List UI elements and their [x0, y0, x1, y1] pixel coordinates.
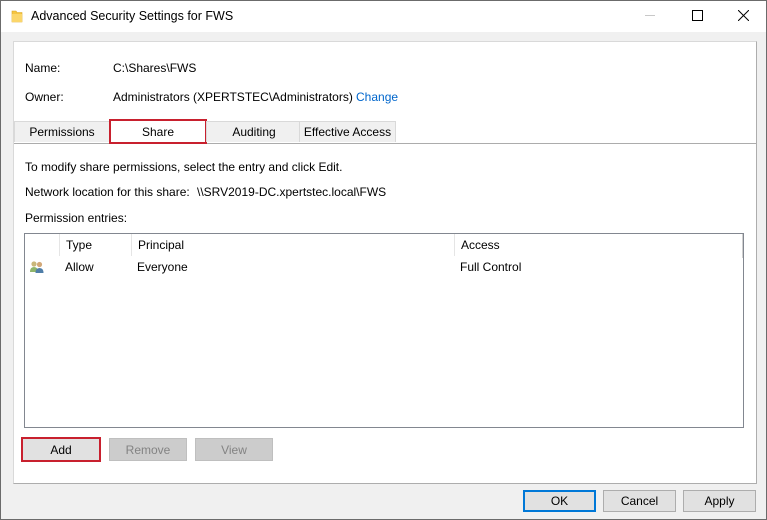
tab-label: Effective Access [303, 125, 392, 139]
table-row[interactable]: Allow Everyone Full Control [25, 256, 743, 278]
tab-label: Share [141, 125, 175, 139]
name-value: C:\Shares\FWS [113, 61, 197, 75]
column-header-type[interactable]: Type [59, 234, 131, 256]
entry-principal: Everyone [137, 260, 188, 274]
list-header: Type Principal Access [25, 234, 743, 256]
owner-value: Administrators (XPERTSTEC\Administrators… [113, 90, 353, 104]
maximize-icon [691, 9, 703, 24]
minimize-button[interactable] [627, 1, 673, 32]
permission-entries-label: Permission entries: [25, 211, 128, 225]
permission-entries-list[interactable]: Type Principal Access Allow Everyone Ful… [24, 233, 744, 428]
change-owner-link[interactable]: Change [356, 90, 398, 104]
apply-button-label: Apply [704, 494, 735, 508]
settings-panel: Name: C:\Shares\FWS Owner: Administrator… [13, 41, 757, 484]
remove-button[interactable]: Remove [109, 438, 187, 461]
column-header-principal[interactable]: Principal [131, 234, 454, 256]
close-button[interactable] [720, 1, 766, 32]
remove-button-label: Remove [125, 442, 171, 457]
tab-label: Auditing [232, 125, 276, 139]
name-label: Name: [25, 61, 61, 75]
tab-share[interactable]: Share [109, 119, 207, 144]
title-bar[interactable]: Advanced Security Settings for FWS [1, 1, 766, 32]
folder-icon [11, 9, 23, 23]
tab-effective-access[interactable]: Effective Access [299, 121, 396, 142]
window-title: Advanced Security Settings for FWS [31, 9, 234, 23]
view-button[interactable]: View [195, 438, 273, 461]
column-header-access[interactable]: Access [454, 234, 743, 256]
close-icon [737, 9, 749, 24]
maximize-button[interactable] [674, 1, 720, 32]
column-header-icon [25, 234, 59, 256]
ok-button[interactable]: OK [523, 490, 596, 512]
network-location-value: \\SRV2019-DC.xpertstec.local\FWS [197, 185, 387, 199]
users-group-icon [29, 259, 45, 275]
cancel-button-label: Cancel [620, 494, 659, 508]
tab-label: Permissions [29, 125, 95, 139]
add-button-label: Add [50, 442, 72, 457]
add-button[interactable]: Add [21, 437, 101, 462]
tab-permissions[interactable]: Permissions [14, 121, 110, 142]
network-location-label: Network location for this share: [25, 185, 190, 199]
scrollbar-track[interactable] [742, 234, 743, 258]
cancel-button[interactable]: Cancel [603, 490, 676, 512]
owner-label: Owner: [25, 90, 64, 104]
tab-strip: Permissions Share Auditing Effective Acc… [14, 119, 756, 144]
ok-button-label: OK [550, 494, 569, 508]
apply-button[interactable]: Apply [683, 490, 756, 512]
share-instructions: To modify share permissions, select the … [25, 160, 343, 174]
view-button-label: View [221, 442, 247, 457]
advanced-security-settings-window: Advanced Security Settings for FWS Name:… [0, 0, 767, 520]
entry-access: Full Control [460, 260, 522, 274]
minimize-icon [644, 10, 656, 24]
tab-auditing[interactable]: Auditing [206, 121, 302, 142]
entry-type: Allow [65, 260, 94, 274]
